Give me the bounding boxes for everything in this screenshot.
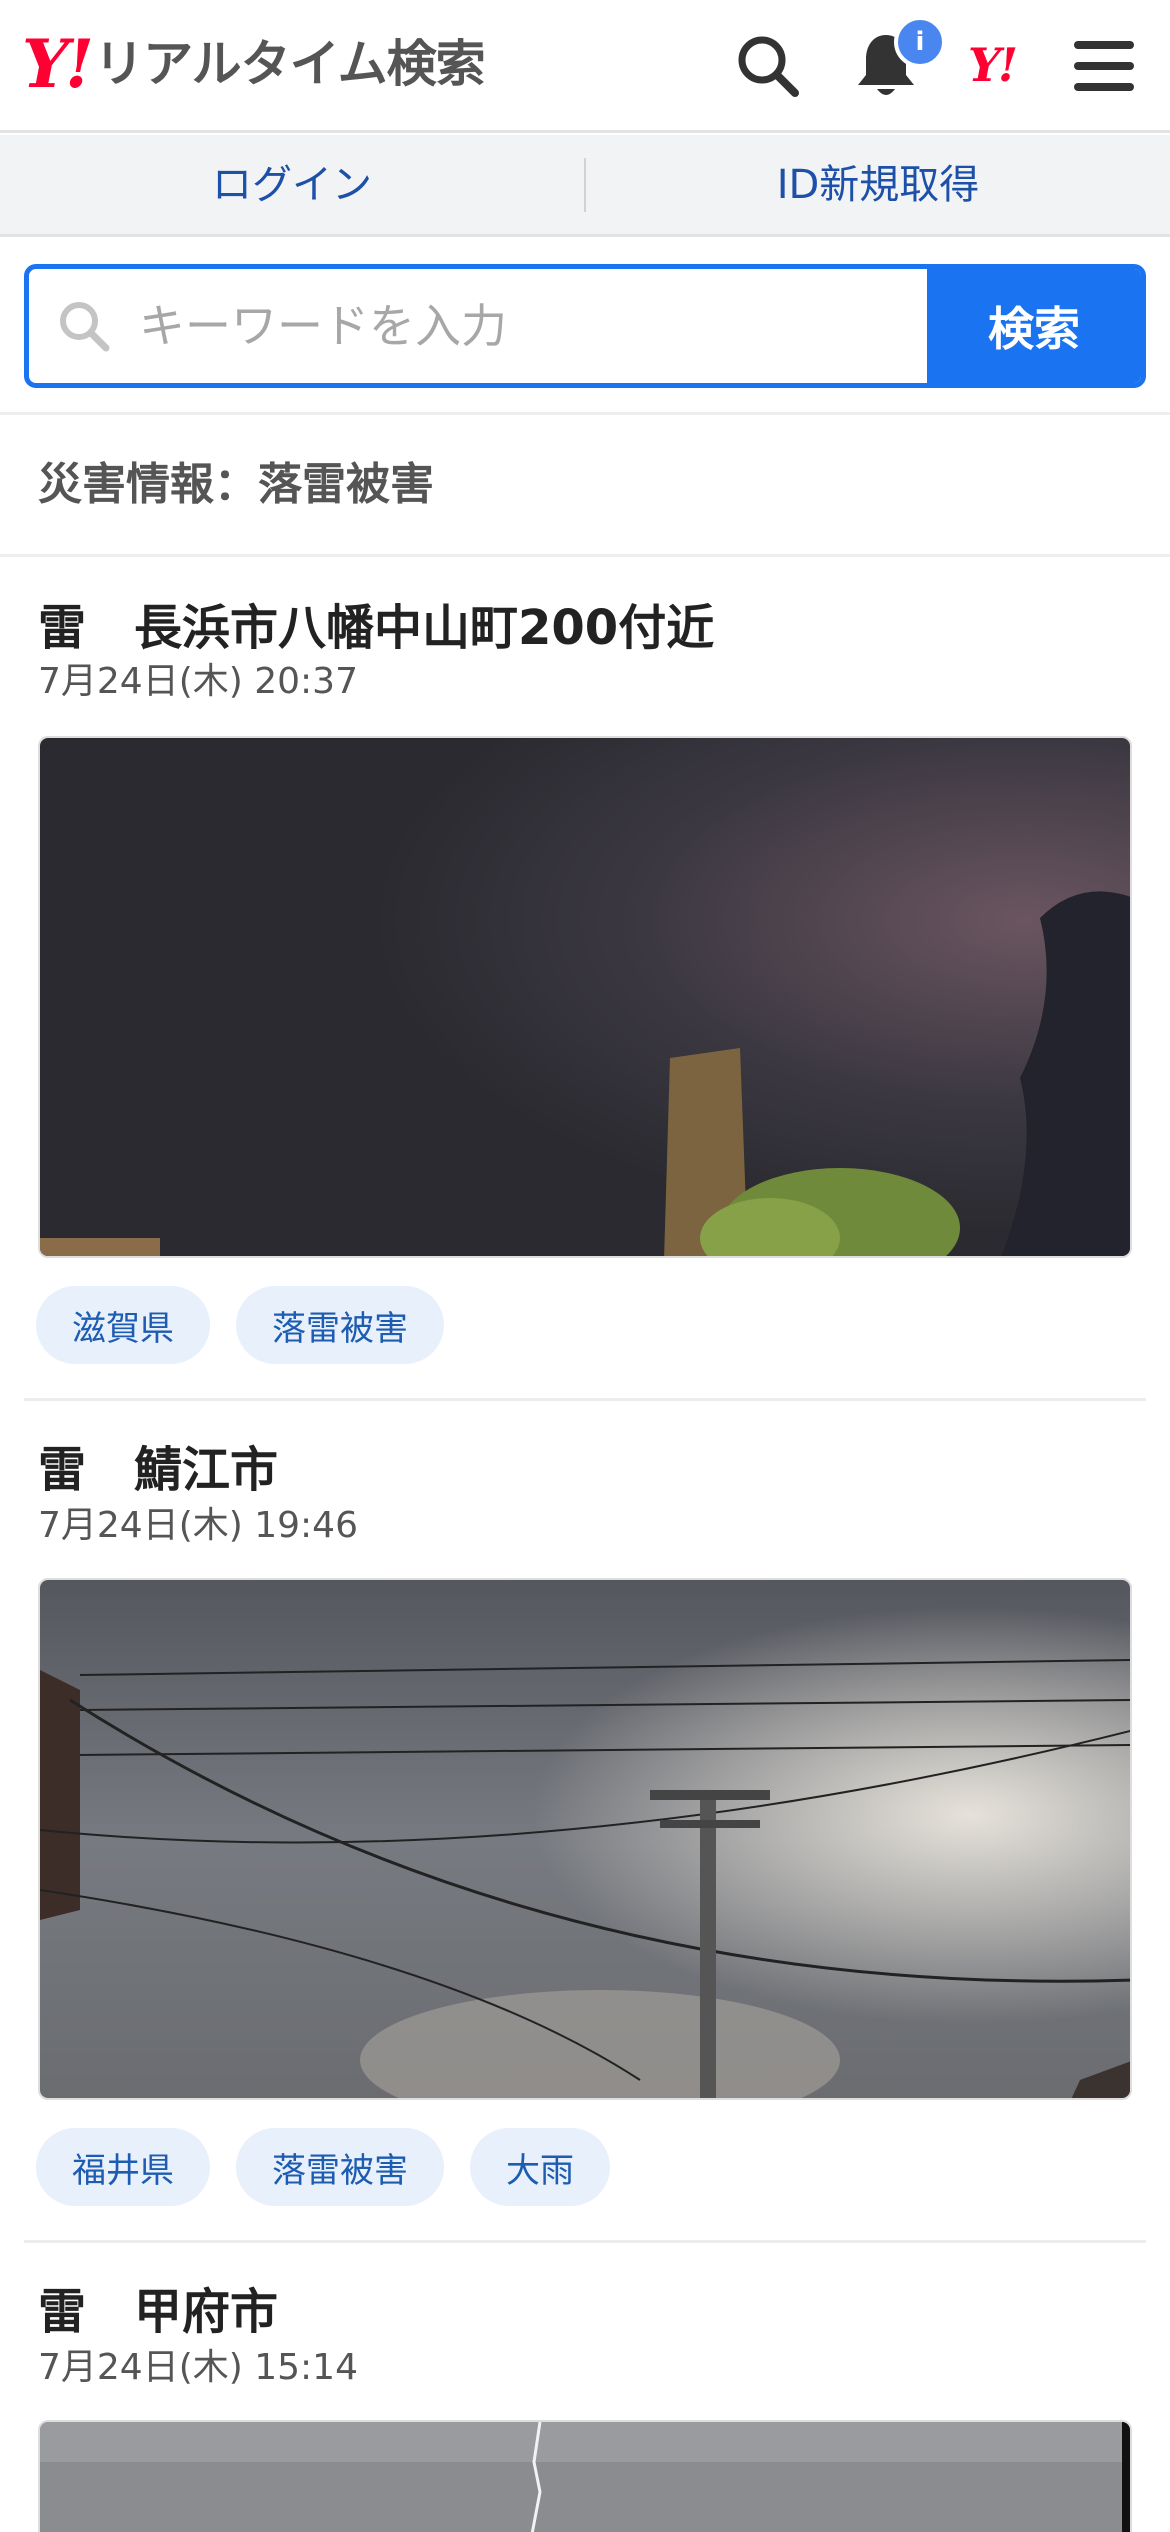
yahoo-logo-mark: Y!: [22, 25, 94, 103]
tag-chip[interactable]: 大雨: [470, 2128, 610, 2206]
article-photo[interactable]: [38, 736, 1132, 1258]
tag-list: 福井県 落雷被害 大雨: [36, 2128, 610, 2206]
article-title[interactable]: 雷 甲府市: [38, 2272, 278, 2342]
article-date: 7月24日(木) 19:46: [38, 1505, 358, 1546]
logo-text: リアルタイム検索: [94, 35, 485, 93]
section-title: 災害情報：落雷被害: [38, 459, 434, 510]
hamburger-menu-icon[interactable]: [1064, 26, 1144, 106]
tag-chip[interactable]: 落雷被害: [236, 2128, 444, 2206]
article-photo[interactable]: [38, 1578, 1132, 2100]
app-header: Y! リアルタイム検索 i Y!: [0, 0, 1170, 133]
tag-chip[interactable]: 福井県: [36, 2128, 210, 2206]
yahoo-realtime-logo[interactable]: Y! リアルタイム検索: [22, 25, 486, 103]
search-button[interactable]: 検索: [927, 269, 1141, 383]
divider: [24, 1398, 1146, 1401]
article-title[interactable]: 雷 鯖江市: [38, 1430, 278, 1500]
tag-chip[interactable]: 滋賀県: [36, 1286, 210, 1364]
search-icon[interactable]: [728, 26, 808, 106]
divider: [0, 412, 1170, 415]
search-input[interactable]: [139, 269, 927, 383]
article-title[interactable]: 雷 長浜市八幡中山町200付近: [38, 588, 714, 658]
account-bar: ログイン ID新規取得: [0, 135, 1170, 237]
tag-chip[interactable]: 落雷被害: [236, 1286, 444, 1364]
register-link[interactable]: ID新規取得: [586, 134, 1170, 236]
search-form: 検索: [24, 264, 1146, 388]
article-date: 7月24日(木) 20:37: [38, 661, 358, 702]
article-date: 7月24日(木) 15:14: [38, 2347, 358, 2388]
search-field-icon: [29, 269, 139, 383]
notification-badge: i: [894, 16, 946, 68]
yahoo-home-logo[interactable]: Y!: [968, 30, 1018, 100]
article-photo[interactable]: [38, 2420, 1132, 2532]
tag-list: 滋賀県 落雷被害: [36, 1286, 444, 1364]
login-link[interactable]: ログイン: [0, 134, 584, 236]
divider: [24, 2240, 1146, 2243]
divider: [0, 554, 1170, 557]
